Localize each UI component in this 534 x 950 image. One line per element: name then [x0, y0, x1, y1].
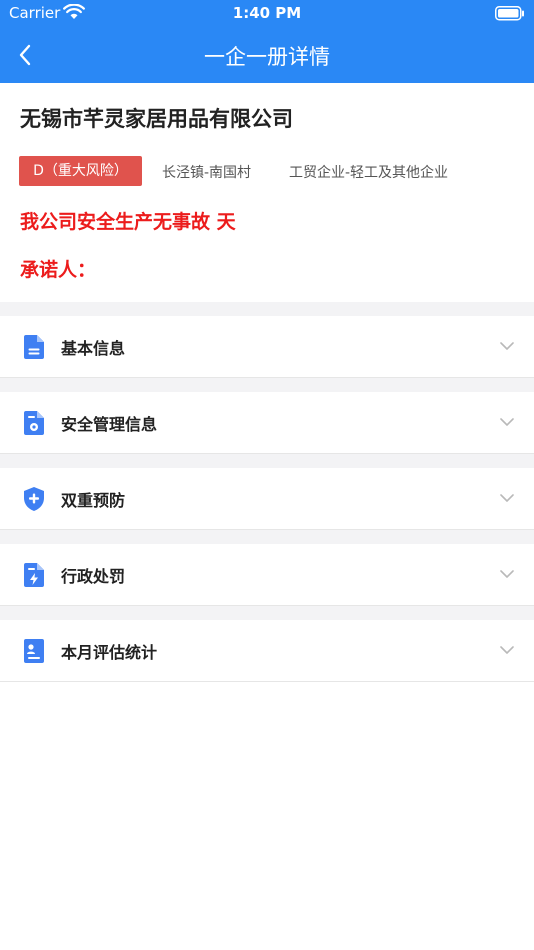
- chevron-down-icon: [500, 646, 514, 654]
- person-document-icon: [24, 639, 44, 663]
- status-bar: Carrier 1:40 PM: [0, 0, 534, 28]
- section-basic-info[interactable]: 基本信息: [0, 316, 534, 378]
- section-label: 行政处罚: [61, 567, 126, 586]
- shield-plus-icon: [24, 487, 44, 511]
- section-label: 基本信息: [61, 339, 126, 358]
- location-tag: 长泾镇-南国村: [162, 165, 252, 181]
- section-divider: [0, 530, 534, 544]
- lightning-document-icon: [24, 563, 44, 587]
- company-info-card: 无锡市芊灵家居用品有限公司 D（重大风险） 长泾镇-南国村 工贸企业-轻工及其他…: [0, 83, 534, 302]
- gear-document-icon: [24, 411, 44, 435]
- section-dual-prevention[interactable]: 双重预防: [0, 468, 534, 530]
- status-time: 1:40 PM: [232, 4, 302, 22]
- section-administrative-penalty[interactable]: 行政处罚: [0, 544, 534, 606]
- chevron-down-icon: [500, 418, 514, 426]
- document-icon: [24, 335, 44, 359]
- chevron-down-icon: [500, 570, 514, 578]
- section-label: 安全管理信息: [61, 415, 158, 434]
- section-safety-management[interactable]: 安全管理信息: [0, 392, 534, 454]
- navigation-bar: 一企一册详情: [0, 28, 534, 83]
- chevron-down-icon: [500, 494, 514, 502]
- app-header: Carrier 1:40 PM 一企一册详情: [0, 0, 534, 83]
- section-label: 双重预防: [61, 491, 126, 510]
- chevron-down-icon: [500, 342, 514, 350]
- risk-level-badge: D（重大风险）: [19, 156, 142, 186]
- section-divider: [0, 378, 534, 392]
- promisor-label: 承诺人：: [20, 259, 97, 281]
- company-name: 无锡市芊灵家居用品有限公司: [20, 107, 293, 131]
- battery-icon: [495, 6, 524, 21]
- section-monthly-assessment[interactable]: 本月评估统计: [0, 620, 534, 682]
- page-title: 一企一册详情: [204, 45, 330, 69]
- section-divider: [0, 606, 534, 620]
- category-tag: 工贸企业-轻工及其他企业: [289, 165, 449, 181]
- section-divider: [0, 302, 534, 316]
- section-label: 本月评估统计: [61, 643, 158, 662]
- safety-statement: 我公司安全生产无事故 天: [20, 211, 236, 233]
- section-divider: [0, 454, 534, 468]
